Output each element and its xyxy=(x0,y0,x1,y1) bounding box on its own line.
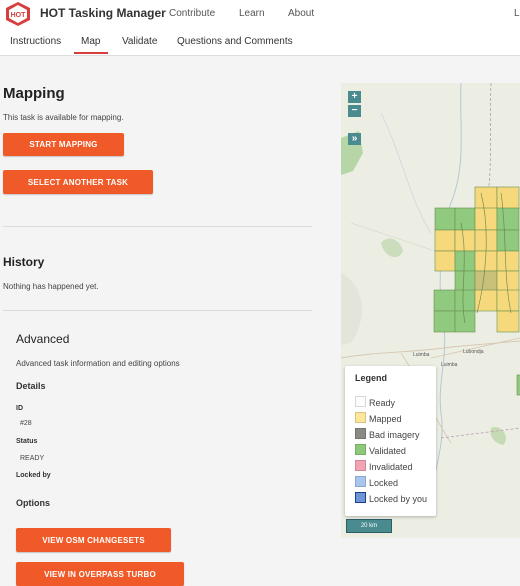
nav-about[interactable]: About xyxy=(288,8,314,19)
legend-item-bad-imagery: Bad imagery xyxy=(355,428,420,440)
map-label-luimba: Luimba xyxy=(413,352,430,358)
top-navbar: HOT HOT Tasking Manager Contribute Learn… xyxy=(0,0,520,28)
history-text: Nothing has happened yet. xyxy=(3,282,99,291)
legend-swatch xyxy=(355,492,366,503)
section-divider xyxy=(3,310,312,311)
details-heading: Details xyxy=(16,381,46,391)
options-heading: Options xyxy=(16,498,50,508)
legend-swatch xyxy=(355,396,366,407)
tab-instructions[interactable]: Instructions xyxy=(10,36,61,47)
legend-swatch xyxy=(355,428,366,439)
history-title: History xyxy=(3,255,45,269)
tab-validate[interactable]: Validate xyxy=(122,36,157,47)
map-label-luimba-2: Luimba xyxy=(441,362,458,368)
legend-swatch xyxy=(355,476,366,487)
start-mapping-button[interactable]: START MAPPING xyxy=(3,133,124,156)
tab-map[interactable]: Map xyxy=(81,36,100,47)
status-label: Status xyxy=(16,438,38,445)
legend-item-validated: Validated xyxy=(355,444,406,456)
locked-by-label: Locked by xyxy=(16,472,51,479)
view-osm-changesets-button[interactable]: VIEW OSM CHANGESETS xyxy=(16,528,171,552)
legend-swatch xyxy=(355,412,366,423)
user-menu[interactable]: L xyxy=(514,8,520,19)
nav-contribute[interactable]: Contribute xyxy=(169,8,215,19)
legend-swatch xyxy=(355,444,366,455)
active-tab-indicator xyxy=(74,52,108,54)
map-scale-bar: 20 km xyxy=(346,519,392,533)
hot-logo-icon[interactable]: HOT xyxy=(4,1,32,27)
legend-item-locked-by-you: Locked by you xyxy=(355,492,427,504)
legend-item-ready: Ready xyxy=(355,396,395,408)
mapping-status-text: This task is available for mapping. xyxy=(3,113,124,122)
map-legend: Legend Ready Mapped Bad imagery Validate… xyxy=(345,366,436,516)
zoom-out-button[interactable]: − xyxy=(348,105,361,117)
id-label: ID xyxy=(16,405,23,412)
id-value: #28 xyxy=(20,420,32,427)
legend-item-invalidated: Invalidated xyxy=(355,460,413,472)
advanced-subtitle: Advanced task information and editing op… xyxy=(16,359,180,368)
zoom-in-button[interactable]: + xyxy=(348,91,361,103)
logo-text: HOT xyxy=(11,12,27,19)
advanced-title: Advanced xyxy=(16,332,70,346)
section-divider xyxy=(3,226,312,227)
legend-title: Legend xyxy=(355,373,388,383)
nav-learn[interactable]: Learn xyxy=(239,8,265,19)
mapping-title: Mapping xyxy=(3,85,65,102)
select-another-task-button[interactable]: SELECT ANOTHER TASK xyxy=(3,170,153,194)
tab-questions-comments[interactable]: Questions and Comments xyxy=(177,36,293,47)
map-label-lubondja: Lubondja xyxy=(463,349,484,355)
legend-swatch xyxy=(355,460,366,471)
view-in-overpass-turbo-button[interactable]: VIEW IN OVERPASS TURBO xyxy=(16,562,184,586)
status-value: READY xyxy=(20,455,45,462)
layers-toggle-button[interactable]: » xyxy=(348,133,361,145)
legend-item-mapped: Mapped xyxy=(355,412,402,424)
brand-title[interactable]: HOT Tasking Manager xyxy=(40,6,166,20)
legend-item-locked: Locked xyxy=(355,476,398,488)
